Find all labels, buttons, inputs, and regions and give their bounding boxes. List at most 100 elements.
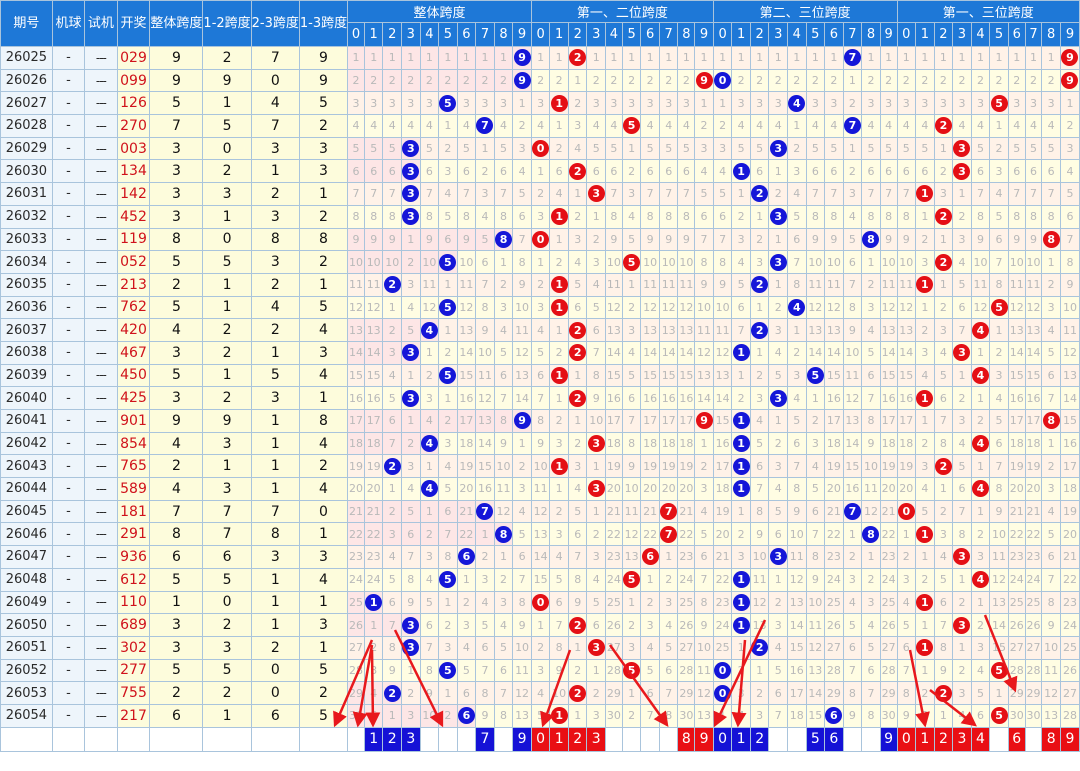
span-value-cell: 8 xyxy=(250,522,300,547)
hit-ball-cell: 1 xyxy=(915,522,935,547)
machine-ball-cell: - xyxy=(51,635,86,660)
selected-digit[interactable]: 8 xyxy=(677,726,696,752)
miss-cell: 2 xyxy=(456,590,477,615)
miss-cell: 1 xyxy=(952,363,972,388)
selected-digit[interactable]: 5 xyxy=(805,726,826,752)
hit-ball-cell: 1 xyxy=(731,340,751,365)
selected-digit[interactable]: 1 xyxy=(915,726,935,752)
selection-blank xyxy=(0,726,53,752)
miss-cell: 16 xyxy=(712,431,733,456)
selected-digit[interactable]: 9 xyxy=(1059,726,1080,752)
miss-cell: 8 xyxy=(842,295,863,320)
miss-cell: 2 xyxy=(382,499,403,524)
miss-cell: 15 xyxy=(605,363,623,388)
draw-number-cell: 765 xyxy=(116,454,151,479)
miss-cell: 7 xyxy=(989,454,1009,479)
selected-digit[interactable]: 1 xyxy=(731,726,751,752)
selected-digit[interactable]: 1 xyxy=(363,726,384,752)
miss-cell: 10 xyxy=(605,250,623,274)
data-row: 26039- --- 450 5 1 5 4 15 15 4 1 2 5 15 11 6 13 6 1 1 8 15 5 15… xyxy=(0,363,1080,388)
miss-cell: 8 xyxy=(896,681,917,705)
selected-digit[interactable]: 8 xyxy=(1041,726,1061,752)
selected-digit[interactable]: 4 xyxy=(970,726,991,752)
span-value-cell: 0 xyxy=(250,658,300,683)
miss-cell: 1 xyxy=(567,703,588,728)
selected-digit[interactable]: 9 xyxy=(879,726,898,752)
miss-cell: 1 xyxy=(438,46,458,70)
span-ball: 3 xyxy=(953,140,971,158)
hit-ball-cell: 1 xyxy=(731,567,751,592)
selected-digit[interactable]: 2 xyxy=(933,726,954,752)
miss-cell: 4 xyxy=(530,681,551,705)
selected-digit[interactable]: 2 xyxy=(749,726,770,752)
miss-cell: 1 xyxy=(475,46,495,70)
hit-ball-cell: 1 xyxy=(549,703,569,728)
miss-cell: 2 xyxy=(382,318,403,342)
machine-ball-cell: - xyxy=(51,703,86,728)
test-draw-cell: --- xyxy=(84,159,118,184)
selected-digit[interactable]: 1 xyxy=(549,726,569,752)
miss-cell: 3 xyxy=(586,545,607,569)
miss-cell: 1 xyxy=(401,409,421,433)
miss-cell: 3 xyxy=(640,613,660,637)
miss-cell: 5 xyxy=(915,499,935,524)
miss-cell: 5 xyxy=(952,454,972,479)
test-draw-cell: --- xyxy=(84,635,118,660)
miss-cell: 8 xyxy=(694,590,714,615)
selected-digit[interactable]: 3 xyxy=(586,726,607,752)
miss-cell: 1 xyxy=(549,477,569,501)
miss-cell: 6 xyxy=(677,159,696,184)
miss-cell: 3 xyxy=(401,454,421,479)
miss-cell: 27 xyxy=(1059,681,1080,705)
miss-cell: 9 xyxy=(861,431,881,456)
span-value-cell: 5 xyxy=(202,250,252,274)
hit-ball-cell: 3 xyxy=(401,204,421,229)
miss-cell: 1 xyxy=(621,590,642,615)
miss-cell: 4 xyxy=(530,114,551,138)
selected-digit[interactable]: 0 xyxy=(530,726,551,752)
selected-digit[interactable]: 9 xyxy=(512,726,532,752)
miss-cell: 5 xyxy=(915,136,935,161)
miss-cell: 17 xyxy=(824,409,844,433)
draw-number-cell: 936 xyxy=(116,545,151,569)
data-row: 26033- --- 119 8 0 8 8 9 9 9 1 9 6 9 5 8 7 0 1 3 2 9 5 9 9 9 7 7 3 2 1… xyxy=(0,227,1080,252)
miss-cell: 4 xyxy=(842,590,863,615)
hit-ball-cell: 6 xyxy=(456,703,477,728)
miss-cell: 1 xyxy=(952,46,972,70)
digit-header: 6 xyxy=(824,22,844,47)
miss-cell: 30 xyxy=(879,703,898,728)
test-draw-cell: --- xyxy=(84,91,118,116)
selected-digit[interactable]: 0 xyxy=(896,726,917,752)
selected-digit[interactable]: 6 xyxy=(1007,726,1026,752)
miss-cell: 4 xyxy=(438,182,458,206)
data-row: 26049- --- 110 1 0 1 1 25 1 6 9 5 1 2 4 3 8 0 6 9 5 25 1 2 3 25 8 2… xyxy=(0,590,1080,615)
miss-cell: 12 xyxy=(363,295,384,320)
selected-digit[interactable]: 7 xyxy=(475,726,495,752)
miss-cell: 1 xyxy=(933,227,954,252)
miss-cell: 4 xyxy=(805,454,826,479)
miss-cell: 2 xyxy=(401,431,421,456)
miss-cell: 29 xyxy=(605,681,623,705)
miss-cell: 14 xyxy=(363,340,384,365)
miss-cell: 7 xyxy=(401,545,421,569)
miss-cell: 9 xyxy=(787,499,807,524)
selected-digit[interactable]: 2 xyxy=(382,726,403,752)
miss-cell: 1 xyxy=(363,46,384,70)
selected-digit[interactable]: 2 xyxy=(567,726,588,752)
draw-number-cell: 420 xyxy=(116,318,151,342)
miss-cell: 1 xyxy=(549,114,569,138)
hit-ball-cell: 3 xyxy=(401,159,421,184)
digit-header: 5 xyxy=(438,22,458,47)
miss-cell: 1 xyxy=(694,46,714,70)
draw-number-cell: 029 xyxy=(116,46,151,70)
group-header-0: 整体跨度 xyxy=(347,0,532,23)
selected-digit[interactable]: 9 xyxy=(694,726,714,752)
miss-cell: 2 xyxy=(989,68,1009,93)
selected-digit[interactable]: 3 xyxy=(952,726,972,752)
selected-digit[interactable]: 6 xyxy=(824,726,844,752)
selected-digit[interactable]: 0 xyxy=(712,726,733,752)
draw-number-cell: 217 xyxy=(116,703,151,728)
miss-cell: 8 xyxy=(549,635,569,660)
span-value-cell: 2 xyxy=(149,681,204,705)
selected-digit[interactable]: 3 xyxy=(401,726,421,752)
